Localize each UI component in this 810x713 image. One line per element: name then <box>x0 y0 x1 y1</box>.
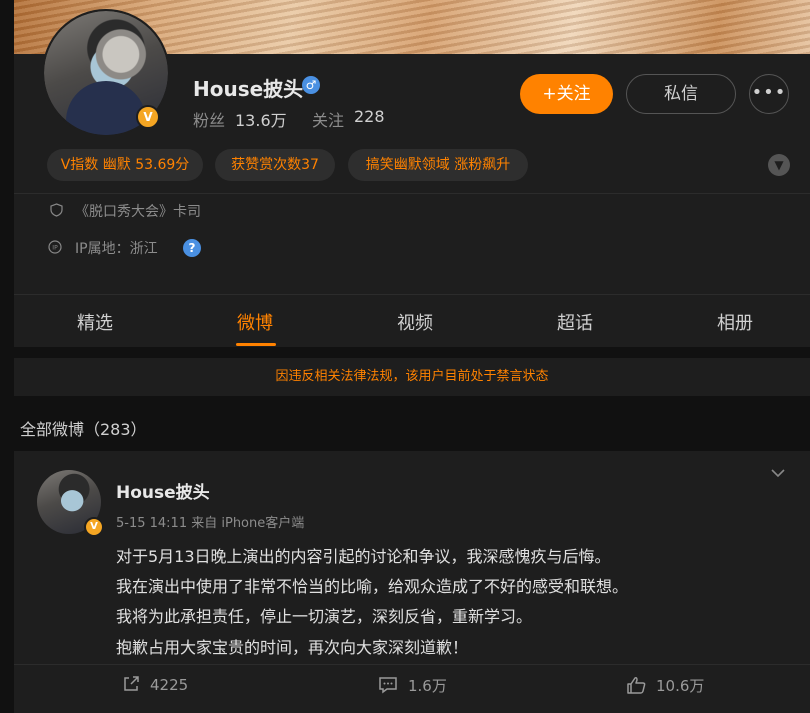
like-button[interactable]: 10.6万 <box>626 675 704 696</box>
thumbs-up-icon <box>627 677 646 694</box>
post-text-line: 抱歉占用大家宝贵的时间，再次向大家深刻道歉！ <box>116 638 469 657</box>
verified-badge-icon: V <box>136 105 160 129</box>
post-text-line: 对于5月13日晚上演出的内容引起的讨论和争议，我深感愧疚与后悔。 <box>116 547 611 566</box>
repost-count: 4225 <box>150 676 189 694</box>
divider <box>14 294 810 295</box>
divider <box>14 193 810 194</box>
more-options-button[interactable]: ••• <box>749 74 789 114</box>
verify-text: 《脱口秀大会》卡司 <box>75 204 201 220</box>
message-button[interactable]: 私信 <box>626 74 736 114</box>
comment-icon <box>379 677 397 694</box>
profile-name: House披头 <box>193 77 304 101</box>
tab-album[interactable]: 相册 <box>695 309 775 335</box>
ip-location-text: IP属地：浙江 <box>75 241 158 257</box>
repost-icon <box>124 676 139 691</box>
tab-weibo[interactable]: 微博 <box>215 309 295 335</box>
male-icon: ♂ <box>302 76 320 94</box>
help-icon[interactable]: ? <box>183 239 201 257</box>
tag-v-index[interactable]: V指数 幽默 53.69分 <box>47 149 203 181</box>
fans-label: 粉丝 <box>193 111 226 130</box>
post-menu-chevron-icon[interactable] <box>771 466 785 482</box>
ban-notice: 因违反相关法律法规，该用户目前处于禁言状态 <box>14 358 810 396</box>
tab-super-topic[interactable]: 超话 <box>535 309 615 335</box>
expand-chevron-icon[interactable]: ▼ <box>768 154 790 176</box>
verified-badge-icon: V <box>84 517 104 537</box>
tab-featured[interactable]: 精选 <box>55 309 135 335</box>
follow-label: 关注 <box>312 111 345 130</box>
fans-count[interactable]: 13.6万 <box>235 107 287 131</box>
all-posts-count: 全部微博（283） <box>20 420 147 439</box>
svg-text:IP: IP <box>52 245 58 252</box>
like-count: 10.6万 <box>656 677 705 695</box>
tag-domain[interactable]: 搞笑幽默领域 涨粉飙升 <box>348 149 528 181</box>
follow-count[interactable]: 228 <box>354 107 385 126</box>
repost-button[interactable]: 4225 <box>122 675 188 694</box>
comment-count: 1.6万 <box>408 677 447 695</box>
post-text-line: 我在演出中使用了非常不恰当的比喻，给观众造成了不好的感受和联想。 <box>116 577 629 596</box>
post-text-line: 我将为此承担责任，停止一切演艺，深刻反省，重新学习。 <box>116 607 533 626</box>
tab-video[interactable]: 视频 <box>375 309 455 335</box>
divider <box>14 664 810 665</box>
post-author[interactable]: House披头 <box>116 478 210 503</box>
shield-icon <box>49 203 63 217</box>
follow-button[interactable]: +关注 <box>520 74 613 114</box>
comment-button[interactable]: 1.6万 <box>378 675 447 696</box>
active-tab-indicator <box>236 343 276 346</box>
post-meta: 5-15 14:11 来自 iPhone客户端 <box>116 516 305 531</box>
tag-reward-count[interactable]: 获赞赏次数37 <box>215 149 335 181</box>
ip-location-icon: IP <box>48 240 62 254</box>
